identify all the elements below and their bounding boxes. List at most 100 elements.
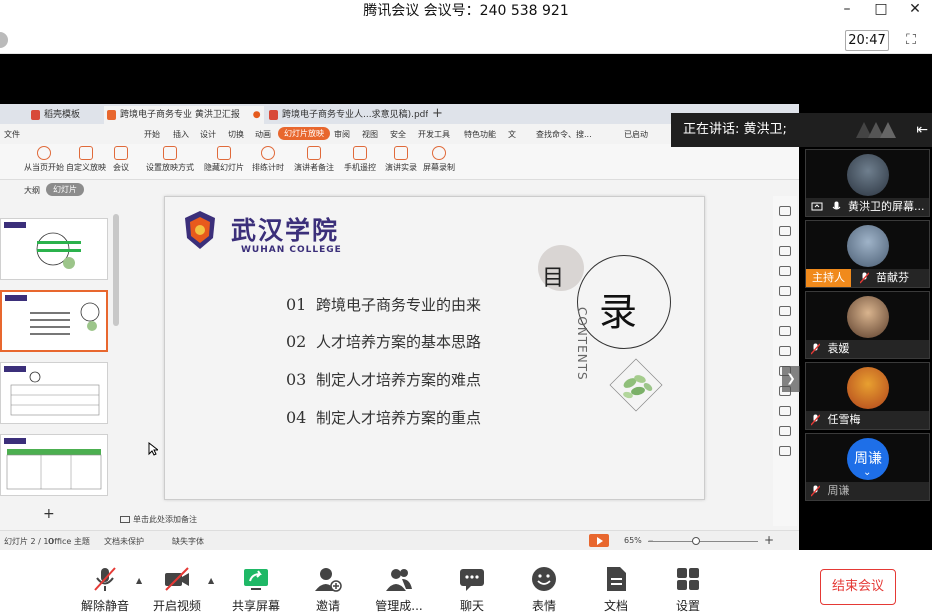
menu-slideshow[interactable]: 幻灯片放映 bbox=[278, 127, 330, 140]
menu-file[interactable]: 文件 bbox=[4, 129, 20, 140]
participant-tile[interactable]: 主持人 苗献芬 bbox=[805, 220, 930, 288]
wps-tab-pdf[interactable]: 跨境电子商务专业人...求意见稿).pdf bbox=[266, 106, 428, 124]
fullscreen-icon[interactable]: ⛶ bbox=[902, 31, 920, 49]
tool-icon[interactable] bbox=[779, 246, 791, 256]
meeting-clock: 20:47 bbox=[845, 30, 889, 51]
menu-insert[interactable]: 插入 bbox=[173, 129, 189, 140]
cloud-status[interactable]: 已启动 bbox=[624, 129, 648, 140]
pdf-icon bbox=[269, 110, 278, 120]
slide-canvas[interactable]: 武汉学院 WUHAN COLLEGE 01 跨境电子商务专业的由来 02 人才培养方… bbox=[164, 196, 705, 500]
zoom-in-button[interactable]: + bbox=[764, 533, 774, 547]
tool-icon[interactable] bbox=[779, 406, 791, 416]
slide-thumbnail-4[interactable] bbox=[0, 434, 108, 496]
chevron-down-icon[interactable]: ⌄ bbox=[863, 467, 871, 478]
menu-design[interactable]: 设计 bbox=[200, 129, 216, 140]
zoom-level[interactable]: 65% bbox=[624, 536, 642, 545]
notes-icon bbox=[120, 516, 130, 523]
end-meeting-button[interactable]: 结束会议 bbox=[820, 569, 896, 605]
outline-tab[interactable]: 大纲 bbox=[24, 185, 40, 196]
tool-icon[interactable] bbox=[779, 326, 791, 336]
maximize-button[interactable]: □ bbox=[864, 0, 898, 22]
settings-button[interactable]: 设置 bbox=[653, 565, 723, 612]
menu-view[interactable]: 视图 bbox=[362, 129, 378, 140]
toc-item-3: 03 制定人才培养方案的难点 bbox=[286, 369, 481, 390]
new-tab-button[interactable]: + bbox=[432, 106, 443, 122]
menu-more[interactable]: 文 bbox=[508, 129, 516, 140]
expand-arrow-icon[interactable]: ⇤ bbox=[916, 113, 928, 147]
participant-name: 袁媛 bbox=[827, 342, 850, 355]
share-screen-button[interactable]: 共享屏幕 bbox=[221, 565, 291, 612]
close-button[interactable]: ✕ bbox=[898, 0, 932, 22]
reactions-label: 表情 bbox=[531, 599, 556, 612]
menu-security[interactable]: 安全 bbox=[390, 129, 406, 140]
theme-name: Office 主题 bbox=[48, 537, 90, 546]
docs-button[interactable]: 文档 bbox=[581, 565, 651, 612]
participant-tile[interactable]: 任雪梅 bbox=[805, 362, 930, 430]
collapse-panel-arrow-icon[interactable]: ❯ bbox=[782, 366, 800, 392]
toc-number: 04 bbox=[286, 408, 307, 427]
tool-icon[interactable] bbox=[779, 266, 791, 276]
menu-review[interactable]: 审阅 bbox=[334, 129, 350, 140]
thumbnail-scrollbar[interactable] bbox=[113, 214, 119, 326]
slide-thumbnail-3[interactable] bbox=[0, 362, 108, 424]
participant-namebar: 任雪梅 bbox=[806, 411, 929, 429]
ribbon-screen-record[interactable]: 屏幕录制 bbox=[423, 146, 455, 173]
tool-icon[interactable] bbox=[779, 446, 791, 456]
participant-tile[interactable]: 袁媛 bbox=[805, 291, 930, 359]
menu-transition[interactable]: 切换 bbox=[228, 129, 244, 140]
video-button[interactable]: 开启视频 bbox=[142, 565, 212, 612]
tool-icon[interactable] bbox=[779, 226, 791, 236]
ribbon-phone-remote[interactable]: 手机遥控 bbox=[344, 146, 376, 173]
notes-placeholder: 单击此处添加备注 bbox=[133, 515, 197, 524]
notes-area[interactable]: 单击此处添加备注 bbox=[120, 514, 765, 528]
doc-protect-status[interactable]: 文档未保护 bbox=[104, 536, 144, 547]
ribbon-custom-show[interactable]: 自定义放映 bbox=[66, 146, 106, 173]
ribbon-record[interactable]: 演讲实录 bbox=[385, 146, 417, 173]
play-slideshow-button[interactable] bbox=[589, 534, 609, 547]
zoom-slider[interactable] bbox=[648, 541, 758, 542]
slide-thumbnail-1[interactable] bbox=[0, 218, 108, 280]
video-options-caret-icon[interactable]: ▲ bbox=[208, 576, 214, 585]
menu-start[interactable]: 开始 bbox=[144, 129, 160, 140]
menu-devtools[interactable]: 开发工具 bbox=[418, 129, 450, 140]
tab-label: 跨境电子商务专业人...求意见稿).pdf bbox=[282, 110, 428, 120]
tool-icon[interactable] bbox=[779, 306, 791, 316]
share-screen-icon bbox=[244, 569, 268, 590]
ribbon-hide-slide[interactable]: 隐藏幻灯片 bbox=[204, 146, 244, 173]
ribbon-speaker-notes[interactable]: 演讲者备注 bbox=[294, 146, 334, 173]
participant-tile[interactable]: 黄洪卫的屏幕... bbox=[805, 149, 930, 217]
menu-animation[interactable]: 动画 bbox=[255, 129, 271, 140]
tool-icon[interactable] bbox=[779, 286, 791, 296]
mute-button[interactable]: 解除静音 bbox=[70, 565, 140, 612]
tab-label: 跨境电子商务专业 黄洪卫汇报 bbox=[120, 110, 240, 120]
slides-tab[interactable]: 幻灯片 bbox=[46, 183, 84, 196]
chat-button[interactable]: 聊天 bbox=[437, 565, 507, 612]
missing-font-status[interactable]: 缺失字体 bbox=[172, 536, 204, 547]
menu-features[interactable]: 特色功能 bbox=[464, 129, 496, 140]
participant-tile[interactable]: 周谦 周谦 ⌄ bbox=[805, 433, 930, 501]
wps-tab-pptx[interactable]: 跨境电子商务专业 黄洪卫汇报 ● bbox=[104, 106, 264, 124]
ribbon-label: 演讲实录 bbox=[385, 163, 417, 172]
command-search[interactable]: 查找命令、搜... bbox=[536, 129, 592, 140]
ribbon-rehearse[interactable]: 排练计时 bbox=[252, 146, 284, 173]
tool-icon[interactable] bbox=[779, 346, 791, 356]
add-slide-button[interactable]: + bbox=[43, 506, 55, 522]
tool-icon[interactable] bbox=[779, 426, 791, 436]
screen-record-icon bbox=[432, 146, 446, 160]
avatar bbox=[847, 154, 889, 196]
minimize-button[interactable]: – bbox=[830, 0, 864, 22]
ribbon-from-current[interactable]: 从当页开始 bbox=[24, 146, 64, 173]
shield-icon[interactable] bbox=[0, 32, 8, 48]
zoom-slider-knob[interactable] bbox=[692, 537, 700, 545]
tool-icon[interactable] bbox=[779, 206, 791, 216]
invite-button[interactable]: 邀请 bbox=[293, 565, 363, 612]
ribbon-meeting[interactable]: 会议 bbox=[113, 146, 129, 173]
wps-tab-templates[interactable]: 稻壳模板 bbox=[28, 106, 102, 124]
reactions-button[interactable]: 表情 bbox=[509, 565, 579, 612]
ribbon-label: 会议 bbox=[113, 163, 129, 172]
avatar bbox=[847, 225, 889, 267]
ribbon-show-settings[interactable]: 设置放映方式 bbox=[146, 146, 194, 173]
slide-thumbnail-2-selected[interactable] bbox=[0, 290, 108, 352]
manage-members-button[interactable]: 管理成... bbox=[364, 565, 434, 612]
school-logo-icon bbox=[185, 211, 215, 249]
